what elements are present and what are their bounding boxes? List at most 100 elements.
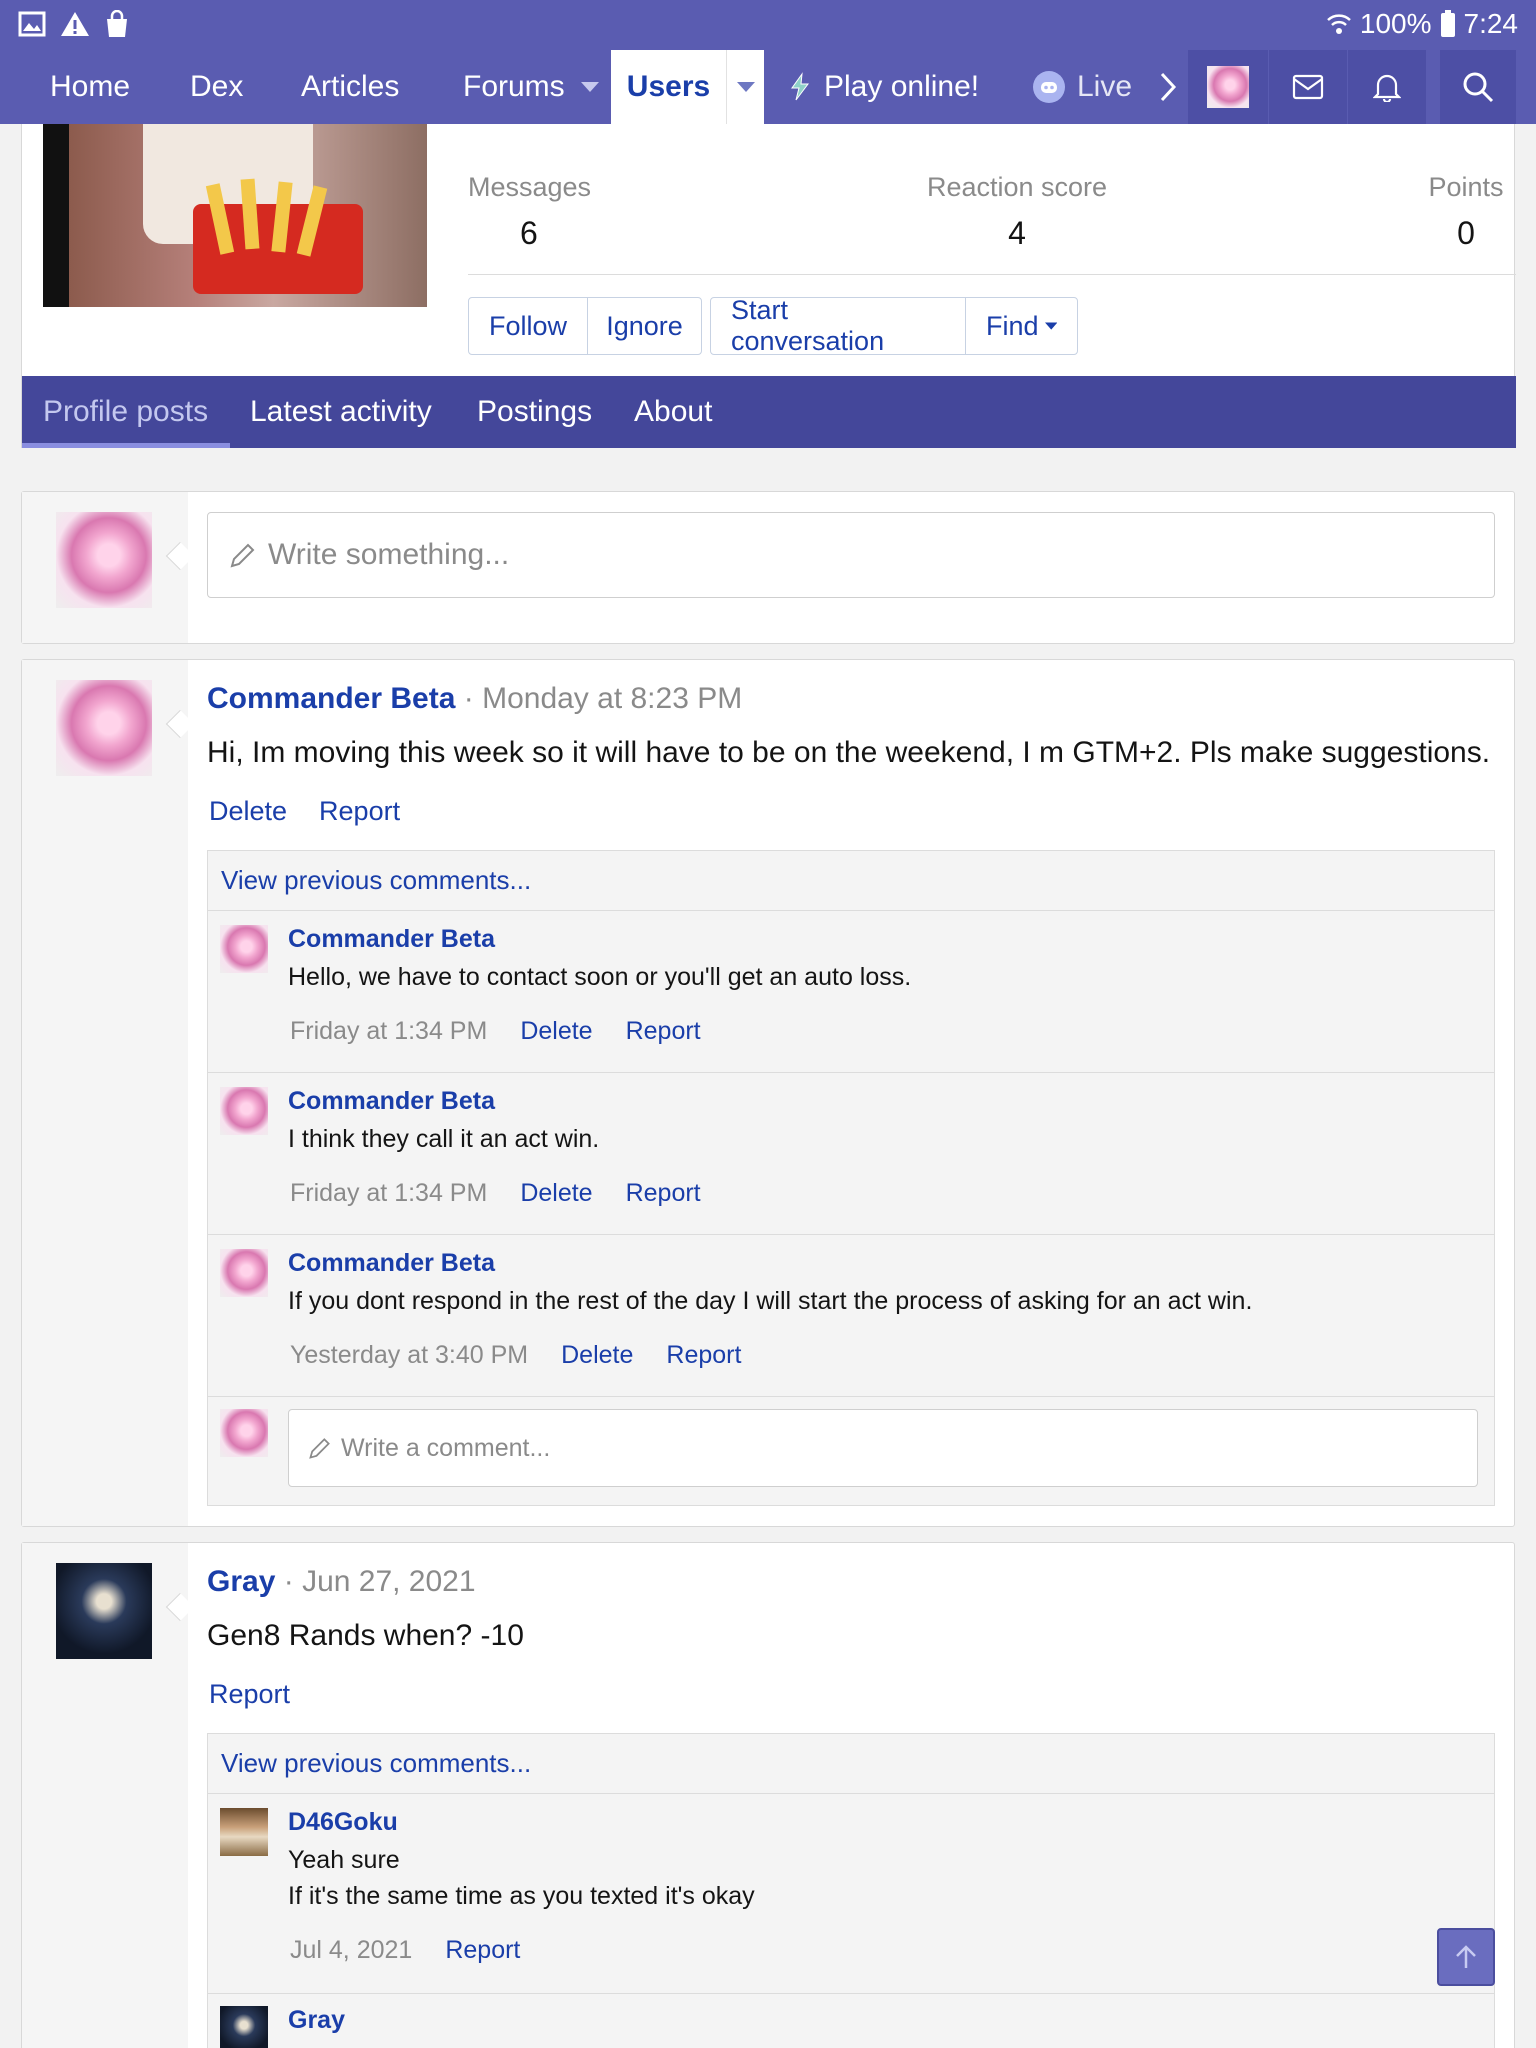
comment-composer: Write a comment... [208, 1397, 1494, 1503]
profile-banner-image [43, 124, 427, 307]
write-comment-input[interactable]: Write a comment... [288, 1409, 1478, 1487]
nav-forums[interactable]: Forums [463, 50, 565, 124]
profile-post-composer: Write something... [21, 491, 1515, 644]
comment-author-link[interactable]: Commander Beta [288, 1087, 495, 1116]
tab-postings[interactable]: Postings [477, 376, 592, 448]
nav-live[interactable]: Live [1033, 50, 1132, 124]
arrow-up-icon [1456, 1945, 1476, 1968]
shopping-bag-icon [107, 10, 127, 37]
clock: 7:24 [1463, 8, 1519, 39]
view-previous-comments-link[interactable]: View previous comments... [208, 851, 1494, 911]
profile-post: Commander Beta · Monday at 8:23 PM Hi, I… [21, 659, 1515, 1527]
comment-timestamp[interactable]: Yesterday at 3:40 PM [290, 1341, 528, 1370]
comment-text: Hello, we have to contact soon or you'll… [288, 963, 912, 991]
post-body: Gen8 Rands when? -10 [207, 1619, 524, 1652]
report-link[interactable]: Report [666, 1341, 741, 1370]
active-tab-indicator [22, 443, 230, 448]
avatar[interactable] [220, 2006, 268, 2048]
delete-link[interactable]: Delete [520, 1017, 592, 1046]
nav-play-online-label: Play online! [824, 70, 980, 103]
post-timestamp[interactable]: Jun 27, 2021 [302, 1565, 475, 1598]
nav-scroll-right[interactable] [1148, 50, 1188, 124]
report-link[interactable]: Report [626, 1179, 701, 1208]
scroll-to-top-button[interactable] [1437, 1928, 1495, 1986]
report-link[interactable]: Report [626, 1017, 701, 1046]
users-dropdown-caret[interactable] [726, 50, 764, 124]
nav-users[interactable]: Users [611, 50, 726, 124]
comment-author-link[interactable]: Gray [288, 2006, 345, 2035]
tab-latest-activity[interactable]: Latest activity [250, 376, 432, 448]
avatar [56, 512, 152, 608]
stat-value: 0 [1457, 215, 1475, 251]
stat-label: Reaction score [926, 172, 1108, 202]
comment-meta: Friday at 1:34 PM Delete Report [290, 1017, 701, 1046]
stat-reaction-score: Reaction score 4 [902, 172, 1132, 252]
post-author-link[interactable]: Commander Beta [207, 682, 455, 715]
view-previous-comments-link[interactable]: View previous comments... [208, 1734, 1494, 1794]
avatar[interactable] [220, 1808, 268, 1856]
comment: Commander Beta Hello, we have to contact… [208, 911, 1494, 1073]
post-author-link[interactable]: Gray [207, 1565, 275, 1598]
comment-timestamp[interactable]: Jul 4, 2021 [290, 1936, 412, 1965]
comment-text: Yeah sure If it's the same time as you t… [288, 1842, 755, 1914]
inbox-button[interactable] [1269, 50, 1347, 124]
tab-about[interactable]: About [634, 376, 712, 448]
profile-tabs: Profile posts Latest activity Postings A… [22, 376, 1516, 448]
avatar[interactable] [220, 1087, 268, 1135]
stat-messages: Messages 6 [468, 172, 594, 252]
nav-play-online[interactable]: Play online! [788, 50, 979, 124]
delete-link[interactable]: Delete [561, 1341, 633, 1370]
account-avatar-button[interactable] [1188, 50, 1268, 124]
avatar[interactable] [56, 1563, 152, 1659]
comment-author-link[interactable]: Commander Beta [288, 1249, 495, 1278]
write-comment-placeholder: Write a comment... [341, 1433, 551, 1462]
caret-down-icon [736, 82, 755, 92]
ignore-button[interactable]: Ignore [587, 298, 701, 354]
nav-dex[interactable]: Dex [190, 50, 243, 124]
comment: Commander Beta If you dont respond in th… [208, 1235, 1494, 1397]
avatar[interactable] [220, 925, 268, 973]
post-timestamp[interactable]: Monday at 8:23 PM [482, 682, 742, 715]
delete-link[interactable]: Delete [209, 796, 287, 827]
bell-icon [1373, 74, 1401, 102]
delete-link[interactable]: Delete [520, 1179, 592, 1208]
comment-timestamp[interactable]: Friday at 1:34 PM [290, 1017, 487, 1046]
comment: Commander Beta I think they call it an a… [208, 1073, 1494, 1235]
comments-section: View previous comments... Commander Beta… [207, 850, 1495, 1506]
divider [468, 274, 1516, 275]
comment-meta: Yesterday at 3:40 PM Delete Report [290, 1341, 741, 1370]
tab-profile-posts[interactable]: Profile posts [43, 376, 208, 448]
envelope-icon [1292, 74, 1324, 100]
forums-dropdown-caret[interactable] [575, 50, 605, 124]
comment-timestamp[interactable]: Friday at 1:34 PM [290, 1179, 487, 1208]
report-link[interactable]: Report [209, 1679, 290, 1710]
conversation-find-group: Start conversation Find [710, 295, 1078, 356]
alerts-button[interactable] [1348, 50, 1426, 124]
follow-ignore-group: Follow Ignore [468, 297, 702, 355]
find-button[interactable]: Find [965, 298, 1077, 354]
nav-home[interactable]: Home [50, 50, 130, 124]
pencil-icon [309, 1438, 330, 1459]
comment-author-link[interactable]: D46Goku [288, 1808, 398, 1837]
stat-label: Points [1428, 172, 1504, 202]
comment: Gray [208, 1994, 1494, 2048]
comment-author-link[interactable]: Commander Beta [288, 925, 495, 954]
stat-value: 4 [1008, 215, 1026, 251]
stat-label: Messages [468, 172, 592, 202]
profile-header: Messages 6 Reaction score 4 Points 0 Fol… [21, 124, 1516, 448]
avatar[interactable] [220, 1249, 268, 1297]
nav-articles[interactable]: Articles [301, 50, 399, 124]
start-conversation-button[interactable]: Start conversation [711, 295, 965, 356]
report-link[interactable]: Report [319, 796, 400, 827]
report-link[interactable]: Report [445, 1936, 520, 1965]
write-something-input[interactable]: Write something... [207, 512, 1495, 598]
comment-meta: Jul 4, 2021 Report [290, 1936, 520, 1965]
follow-button[interactable]: Follow [469, 298, 587, 354]
comments-section: View previous comments... D46Goku Yeah s… [207, 1733, 1495, 2048]
caret-down-icon [1044, 322, 1057, 330]
avatar[interactable] [56, 680, 152, 776]
find-label: Find [986, 310, 1039, 341]
search-button[interactable] [1440, 50, 1516, 124]
post-header: Gray · Jun 27, 2021 [207, 1565, 476, 1598]
comment-text: I think they call it an act win. [288, 1125, 600, 1153]
